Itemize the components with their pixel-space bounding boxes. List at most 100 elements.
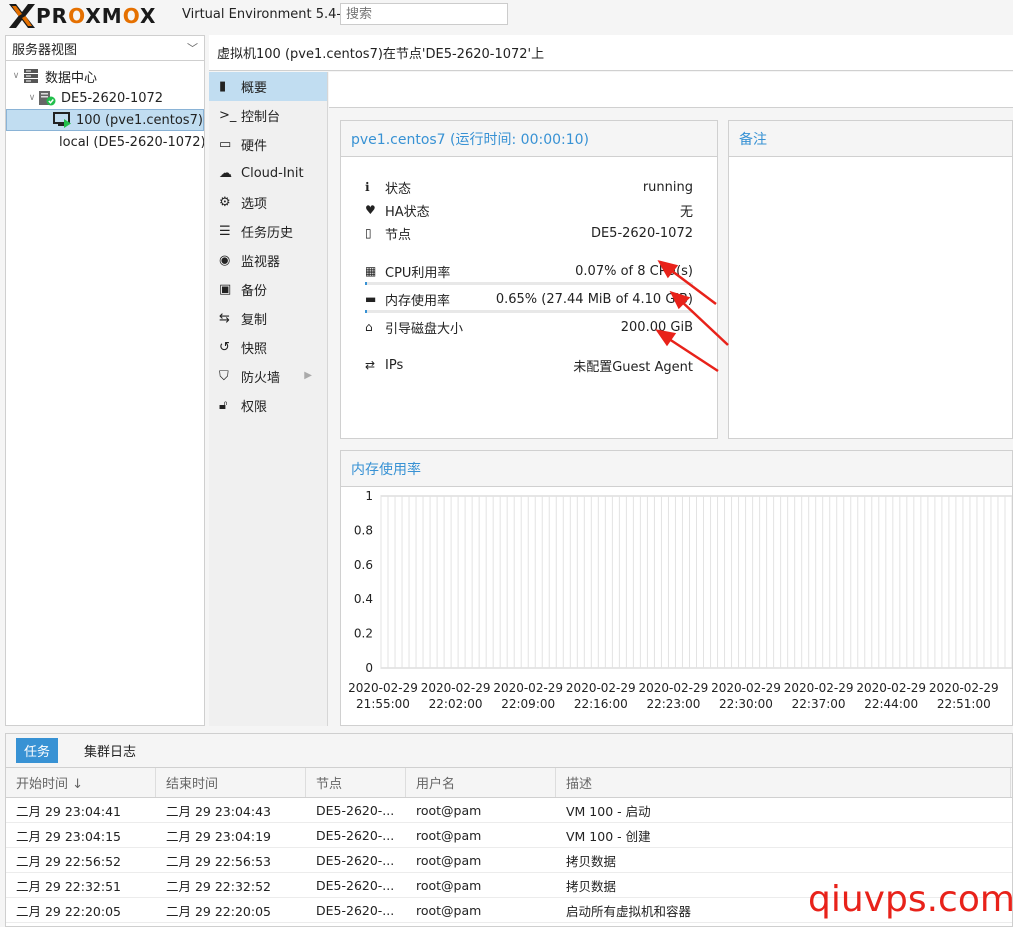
tree-node-host[interactable]: ∨ DE5-2620-1072 (6, 87, 204, 109)
resource-tree-panel: 服务器视图 ﹀ ∨ 数据中心 ∨ DE5-2620-1072 100 (pve1… (5, 35, 205, 726)
cell-description: VM 100 - 创建 (566, 828, 651, 844)
column-header-description[interactable]: 描述 (556, 768, 1011, 797)
x-tick-label: 22:09:00 (501, 697, 555, 711)
nav-item-task-history[interactable]: ☰ 任务历史 (209, 217, 327, 246)
cell-node: DE5-2620-... (316, 877, 395, 893)
cell-start-time: 二月 29 23:04:15 (16, 828, 121, 844)
view-selector-value: 服务器视图 (12, 42, 78, 58)
notes-panel-title: 备注 (729, 121, 1012, 157)
nav-item-replication[interactable]: ⇆ 复制 (209, 304, 327, 333)
x-tick-label: 22:37:00 (792, 697, 846, 711)
monitor-icon: ▭ (219, 137, 232, 152)
table-row[interactable]: 二月 29 23:04:15 二月 29 23:04:19 DE5-2620-...… (6, 823, 1012, 848)
nav-item-label: 概要 (241, 81, 268, 96)
tree-node-label: 100 (pve1.centos7) (76, 112, 203, 128)
nav-item-label: 快照 (241, 342, 268, 357)
status-panel-title: pve1.centos7 (运行时间: 00:00:10) (341, 121, 717, 157)
tab-tasks[interactable]: 任务 (16, 738, 59, 763)
x-tick-label: 22:30:00 (719, 697, 773, 711)
cpu-usage-fill (365, 282, 367, 285)
nav-item-label: 选项 (241, 197, 268, 212)
cell-end-time: 二月 29 22:32:52 (166, 878, 271, 894)
server-rack-icon (24, 69, 38, 83)
nav-item-monitor[interactable]: ◉ 监视器 (209, 246, 327, 275)
proxmox-x-icon (9, 4, 35, 28)
cloud-icon: ☁ (219, 166, 232, 181)
cell-description: VM 100 - 启动 (566, 803, 651, 819)
node-label: 节点 (385, 227, 412, 243)
y-tick-label: 0.6 (354, 558, 373, 572)
collapse-toggle-icon[interactable]: ∨ (10, 71, 22, 81)
cell-end-time: 二月 29 22:20:05 (166, 903, 271, 919)
memory-usage-chart[interactable]: 1 0.8 0.6 0.4 0.2 0 2020-02-29 21:55:00 2020-02-… (341, 488, 1012, 726)
memory-chart-panel: 内存使用率 1 0.8 0.6 0.4 0.2 0 2020-02-29 21:55:00 20… (340, 450, 1013, 726)
boot-disk-label: 引导磁盘大小 (385, 321, 464, 337)
nav-item-snapshots[interactable]: ↺ 快照 (209, 333, 327, 362)
ha-status-label: HA状态 (385, 204, 430, 220)
nav-item-label: 任务历史 (241, 226, 294, 241)
nav-item-options[interactable]: ⚙ 选项 (209, 188, 327, 217)
host-online-icon (39, 91, 56, 106)
status-value: running (642, 179, 693, 195)
tree-node-datacenter[interactable]: ∨ 数据中心 (6, 65, 204, 87)
unlock-icon: 🔓︎ (219, 398, 228, 413)
table-row[interactable]: 二月 29 23:04:41 二月 29 23:04:43 DE5-2620-...… (6, 798, 1012, 823)
chart-title: 内存使用率 (341, 451, 1012, 487)
boot-disk-row: ⌂ 引导磁盘大小 200.00 GiB (365, 318, 693, 337)
column-header-user[interactable]: 用户名 (406, 768, 556, 797)
list-icon: ☰ (219, 224, 231, 239)
table-row[interactable]: 二月 29 22:56:52 二月 29 22:56:53 DE5-2620-...… (6, 848, 1012, 873)
ips-row: ⇄ IPs 未配置Guest Agent (365, 356, 693, 375)
nav-item-summary[interactable]: ▮ 概要 (209, 72, 327, 101)
content-toolbar (329, 72, 1013, 108)
memory-icon: ▬ (365, 292, 377, 306)
heartbeat-icon: ♥ (365, 203, 376, 217)
column-header-start-time[interactable]: 开始时间 ↓ (6, 768, 156, 797)
notes-panel[interactable]: 备注 (728, 120, 1013, 439)
tree-node-vm-100[interactable]: 100 (pve1.centos7) (6, 109, 204, 131)
x-tick-label: 2020-02-29 (711, 681, 781, 695)
nav-item-backup[interactable]: ▣ 备份 (209, 275, 327, 304)
node-value: DE5-2620-1072 (590, 225, 693, 241)
cell-user: root@pam (416, 877, 482, 893)
ha-status-value: 无 (679, 204, 693, 220)
retweet-icon: ⇆ (219, 311, 230, 326)
column-header-end-time[interactable]: 结束时间 (156, 768, 306, 797)
proxmox-logo[interactable]: PROXMOX (8, 3, 176, 29)
x-tick-label: 22:02:00 (429, 697, 483, 711)
x-tick-label: 2020-02-29 (566, 681, 636, 695)
cell-node: DE5-2620-... (316, 827, 395, 843)
cell-node: DE5-2620-... (316, 902, 395, 918)
info-icon: ℹ (365, 180, 370, 194)
cell-user: root@pam (416, 852, 482, 868)
top-bar: PROXMOX Virtual Environment 5.4-13 (0, 0, 1013, 34)
x-tick-label: 22:51:00 (937, 697, 991, 711)
cell-end-time: 二月 29 23:04:43 (166, 803, 271, 819)
watermark: qiuvps.com (808, 879, 1013, 920)
column-header-node[interactable]: 节点 (306, 768, 406, 797)
search-input[interactable] (340, 3, 508, 25)
nav-item-hardware[interactable]: ▭ 硬件 (209, 130, 327, 159)
product-version: Virtual Environment 5.4-13 (182, 7, 358, 22)
nav-item-console[interactable]: >_ 控制台 (209, 101, 327, 130)
cell-node: DE5-2620-... (316, 802, 395, 818)
cell-start-time: 二月 29 22:20:05 (16, 903, 121, 919)
cell-start-time: 二月 29 22:56:52 (16, 853, 121, 869)
nav-item-permissions[interactable]: 🔓︎ 权限 (209, 391, 327, 420)
tab-cluster-log[interactable]: 集群日志 (76, 738, 144, 763)
x-tick-label: 2020-02-29 (784, 681, 854, 695)
cpu-usage-bar (365, 282, 693, 285)
terminal-icon: >_ (219, 108, 237, 123)
log-tabs: 任务 集群日志 (6, 734, 1012, 768)
nav-item-cloud-init[interactable]: ☁ Cloud-Init (209, 159, 327, 188)
chevron-right-icon[interactable]: ▶ (304, 370, 312, 381)
chevron-down-icon[interactable]: ﹀ (187, 40, 198, 56)
boot-disk-value: 200.00 GiB (620, 319, 693, 335)
shield-icon: ⛉ (219, 369, 229, 384)
tree-node-storage-local[interactable]: local (DE5-2620-1072) (6, 131, 204, 153)
view-selector[interactable]: 服务器视图 ﹀ (6, 36, 204, 61)
collapse-toggle-icon[interactable]: ∨ (26, 93, 38, 103)
cpu-row: ▦ CPU利用率 0.07% of 8 CPU(s) (365, 262, 693, 281)
nav-item-firewall[interactable]: ⛉ 防火墙 ▶ (209, 362, 327, 391)
cpu-icon: ▦ (365, 264, 377, 278)
